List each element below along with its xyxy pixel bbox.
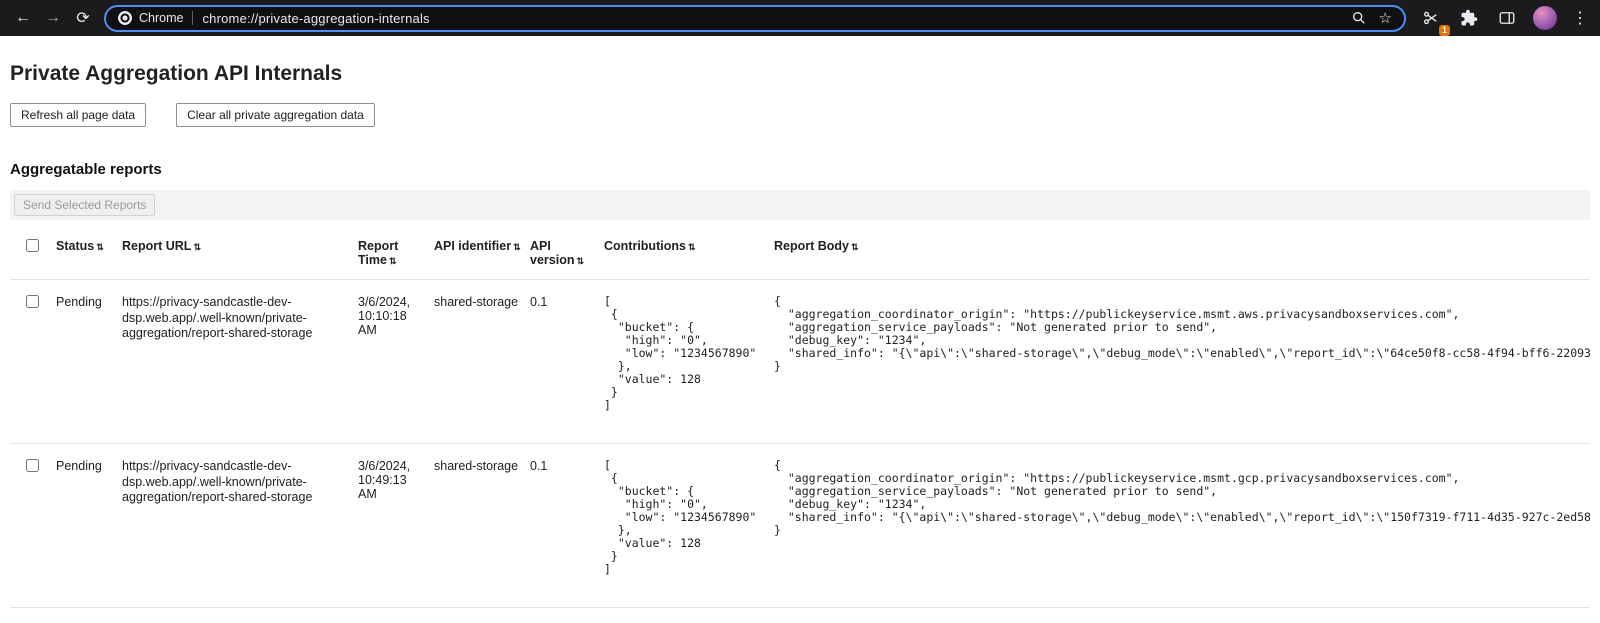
header-label: Contributions: [604, 239, 686, 253]
section-title: Aggregatable reports: [10, 161, 1590, 178]
zoom-icon[interactable]: [1351, 10, 1367, 26]
cell-report-url: https://privacy-sandcastle-dev-dsp.web.a…: [122, 280, 358, 444]
cell-api-identifier: shared-storage: [434, 280, 530, 444]
browser-toolbar: ← → ⟳ Chrome chrome://private-aggregatio…: [0, 0, 1600, 36]
cell-report-url: https://privacy-sandcastle-dev-dsp.web.a…: [122, 444, 358, 608]
header-contributions[interactable]: Contributions⇅: [604, 224, 774, 280]
sort-icon: ⇅: [389, 256, 397, 266]
cell-report-time: 3/6/2024, 10:49:13 AM: [358, 444, 434, 608]
cell-api-version: 0.1: [530, 444, 604, 608]
header-label: API identifier: [434, 239, 511, 253]
cell-api-version: 0.1: [530, 280, 604, 444]
reports-table: Status⇅ Report URL⇅ Report Time⇅ API ide…: [10, 224, 1590, 608]
cell-report-time: 3/6/2024, 10:10:18 AM: [358, 280, 434, 444]
row-checkbox[interactable]: [26, 295, 39, 308]
profile-avatar[interactable]: [1530, 3, 1560, 33]
page-title: Private Aggregation API Internals: [10, 62, 1590, 86]
cell-status: Pending: [56, 280, 122, 444]
url-text[interactable]: chrome://private-aggregation-internals: [202, 11, 1342, 26]
row-checkbox[interactable]: [26, 459, 39, 472]
cell-status: Pending: [56, 444, 122, 608]
omnibox[interactable]: Chrome chrome://private-aggregation-inte…: [104, 5, 1406, 32]
menu-kebab-icon[interactable]: ⋮: [1568, 8, 1592, 28]
select-all-checkbox[interactable]: [26, 239, 39, 252]
pinned-extension-icon[interactable]: 1: [1416, 3, 1446, 33]
sort-icon: ⇅: [96, 242, 104, 252]
cell-report-body: { "aggregation_coordinator_origin": "htt…: [774, 444, 1590, 608]
side-panel-icon[interactable]: [1492, 3, 1522, 33]
header-label: Report URL: [122, 239, 191, 253]
cell-api-identifier: shared-storage: [434, 444, 530, 608]
table-row: Pending https://privacy-sandcastle-dev-d…: [10, 280, 1590, 444]
header-status[interactable]: Status⇅: [56, 224, 122, 280]
reload-button[interactable]: ⟳: [68, 3, 98, 33]
header-label: Status: [56, 239, 94, 253]
sort-icon: ⇅: [193, 242, 201, 252]
header-label: API version: [530, 239, 574, 267]
table-header-row: Status⇅ Report URL⇅ Report Time⇅ API ide…: [10, 224, 1590, 280]
refresh-all-button[interactable]: Refresh all page data: [10, 103, 146, 127]
table-toolbar: Send Selected Reports: [10, 190, 1590, 220]
table-row: Pending https://privacy-sandcastle-dev-d…: [10, 444, 1590, 608]
omnibox-divider: [192, 11, 193, 25]
chrome-logo-icon: [118, 11, 132, 25]
header-label: Report Body: [774, 239, 849, 253]
header-api-version[interactable]: API version⇅: [530, 224, 604, 280]
bookmark-star-icon[interactable]: ☆: [1379, 11, 1392, 26]
header-report-url[interactable]: Report URL⇅: [122, 224, 358, 280]
sort-icon: ⇅: [851, 242, 859, 252]
sort-icon: ⇅: [688, 242, 696, 252]
forward-button[interactable]: →: [38, 3, 68, 33]
header-report-body[interactable]: Report Body⇅: [774, 224, 1590, 280]
extensions-puzzle-icon[interactable]: [1454, 3, 1484, 33]
sort-icon: ⇅: [576, 256, 584, 266]
cell-contributions: [ { "bucket": { "high": "0", "low": "123…: [604, 280, 774, 444]
extension-badge: 1: [1439, 25, 1450, 36]
page-content: Private Aggregation API Internals Refres…: [0, 62, 1600, 608]
back-button[interactable]: ←: [8, 3, 38, 33]
sort-icon: ⇅: [513, 242, 521, 252]
clear-all-button[interactable]: Clear all private aggregation data: [176, 103, 375, 127]
toolbar-right-icons: 1 ⋮: [1416, 3, 1592, 33]
header-report-time[interactable]: Report Time⇅: [358, 224, 434, 280]
site-chip-label: Chrome: [139, 11, 183, 25]
cell-report-body: { "aggregation_coordinator_origin": "htt…: [774, 280, 1590, 444]
header-api-identifier[interactable]: API identifier⇅: [434, 224, 530, 280]
send-selected-button[interactable]: Send Selected Reports: [14, 194, 155, 216]
cell-contributions: [ { "bucket": { "high": "0", "low": "123…: [604, 444, 774, 608]
